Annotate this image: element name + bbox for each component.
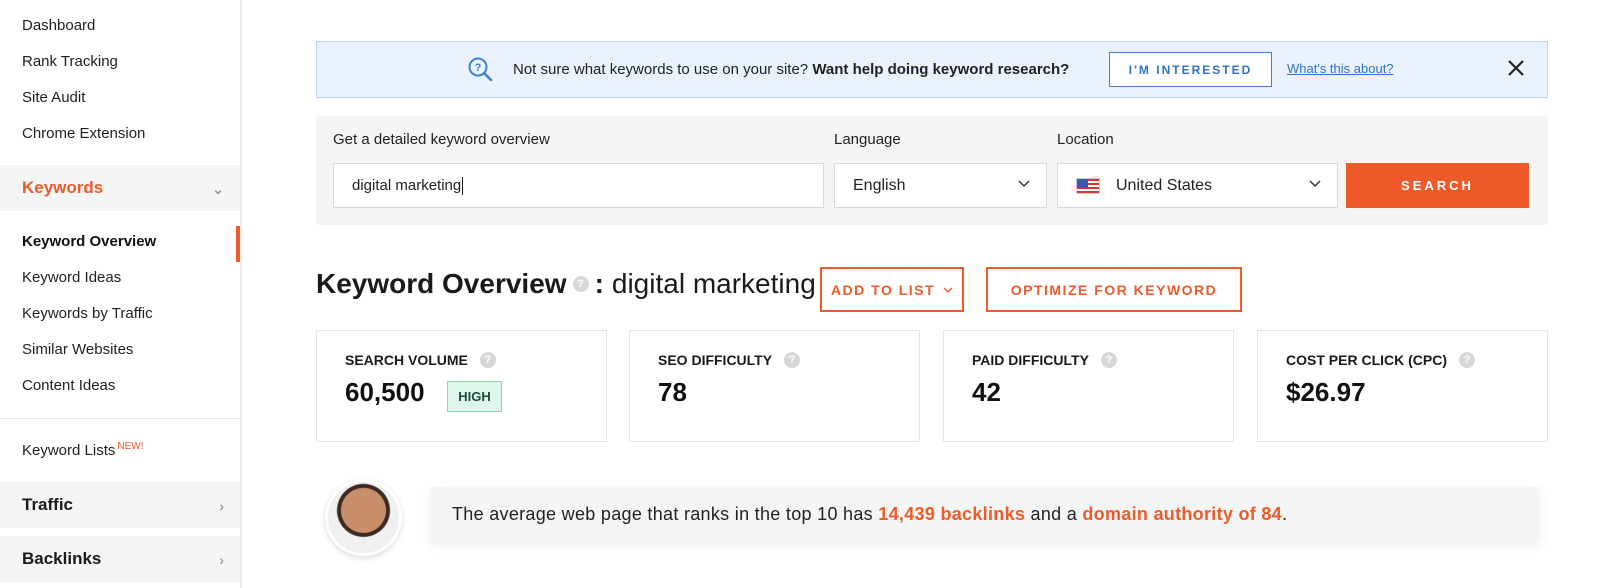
help-icon[interactable]: ? <box>1100 352 1117 368</box>
metric-label: SEO DIFFICULTY? <box>658 352 806 368</box>
metric-label: COST PER CLICK (CPC)? <box>1286 352 1481 368</box>
sidebar-item-keyword-overview[interactable]: Keyword Overview <box>22 233 156 250</box>
add-to-list-label: ADD TO LIST <box>830 281 936 298</box>
sidebar-item-rank-tracking[interactable]: Rank Tracking <box>22 53 118 70</box>
banner-text-bold: Want help doing keyword research? <box>812 61 1070 78</box>
svg-text:?: ? <box>475 62 482 74</box>
sidebar-item-dashboard[interactable]: Dashboard <box>22 17 95 34</box>
language-select[interactable]: English <box>834 163 1047 208</box>
avatar <box>325 479 402 556</box>
metric-value: 78 <box>658 377 687 407</box>
help-icon[interactable]: ? <box>784 352 801 368</box>
sidebar-item-keyword-lists[interactable]: Keyword Lists NEW! <box>22 441 143 459</box>
optimize-for-keyword-button[interactable]: OPTIMIZE FOR KEYWORD <box>986 267 1242 312</box>
location-value: United States <box>1116 176 1213 194</box>
new-badge: NEW! <box>117 441 144 452</box>
backlinks-highlight: 14,439 backlinks <box>878 504 1026 524</box>
banner-text: Not sure what keywords to use on your si… <box>513 61 809 78</box>
help-icon[interactable]: ? <box>572 276 589 292</box>
chevron-down-icon <box>943 285 953 295</box>
sidebar-item-content-ideas[interactable]: Content Ideas <box>22 377 115 394</box>
close-icon[interactable] <box>1507 56 1525 84</box>
add-to-list-button[interactable]: ADD TO LIST <box>820 267 964 312</box>
keyword-input-value: digital marketing <box>352 177 462 194</box>
search-button[interactable]: SEARCH <box>1346 163 1529 208</box>
metric-value: 60,500 <box>345 377 425 407</box>
chevron-right-icon: › <box>219 498 224 514</box>
sidebar-item-similar-websites[interactable]: Similar Websites <box>22 341 133 358</box>
im-interested-button[interactable]: I'M INTERESTED <box>1109 52 1272 87</box>
sidebar-section-keywords[interactable]: Keywords ⌄ <box>0 165 240 211</box>
sidebar-item-label: Keyword Lists <box>22 442 116 459</box>
location-label: Location <box>1057 131 1114 148</box>
sidebar-section-label: Traffic <box>22 495 74 514</box>
sidebar-section-label: Backlinks <box>22 549 102 568</box>
metric-card-search-volume: SEARCH VOLUME? 60,500 HIGH <box>316 330 607 442</box>
whats-this-about-link[interactable]: What's this about? <box>1287 61 1394 76</box>
promo-banner: ? Not sure what keywords to use on your … <box>316 41 1548 98</box>
sidebar-divider <box>0 418 240 419</box>
metric-value: $26.97 <box>1286 377 1366 407</box>
insight-middle: and a <box>1030 504 1078 524</box>
keyword-input[interactable]: digital marketing <box>333 163 824 208</box>
help-icon[interactable]: ? <box>479 352 496 368</box>
search-question-icon: ? <box>467 56 493 87</box>
language-label: Language <box>834 131 901 148</box>
sidebar: Dashboard Rank Tracking Site Audit Chrom… <box>0 0 242 588</box>
language-value: English <box>853 176 906 194</box>
sidebar-section-traffic[interactable]: Traffic › <box>0 482 240 528</box>
insight-suffix: . <box>1282 504 1288 524</box>
sidebar-section-backlinks[interactable]: Backlinks › <box>0 536 240 582</box>
page-title: Keyword Overview ? : digital marketing <box>316 268 816 300</box>
insight-prefix: The average web page that ranks in the t… <box>452 504 873 524</box>
chevron-right-icon: › <box>219 552 224 568</box>
sidebar-item-chrome-extension[interactable]: Chrome Extension <box>22 125 145 142</box>
sidebar-section-label: Keywords <box>22 178 104 197</box>
keyword-label: Get a detailed keyword overview <box>333 131 550 148</box>
domain-authority-highlight: domain authority of 84 <box>1082 504 1282 524</box>
page-title-keyword: digital marketing <box>611 268 816 299</box>
metric-value: 42 <box>972 377 1001 407</box>
sidebar-item-site-audit[interactable]: Site Audit <box>22 89 85 106</box>
metric-label: SEARCH VOLUME? <box>345 352 502 368</box>
banner-message: Not sure what keywords to use on your si… <box>513 61 1069 78</box>
page-title-text: Keyword Overview <box>316 268 567 299</box>
volume-level-badge: HIGH <box>447 381 502 412</box>
active-indicator <box>236 226 240 262</box>
sidebar-item-keyword-ideas[interactable]: Keyword Ideas <box>22 269 121 286</box>
title-separator: : <box>594 268 604 299</box>
us-flag-icon <box>1076 177 1100 194</box>
metric-card-seo-difficulty: SEO DIFFICULTY? 78 <box>629 330 920 442</box>
metric-label-text: COST PER CLICK (CPC) <box>1286 352 1447 368</box>
chevron-down-icon: ⌄ <box>212 181 224 197</box>
metric-card-cpc: COST PER CLICK (CPC)? $26.97 <box>1257 330 1548 442</box>
metric-label-text: PAID DIFFICULTY <box>972 352 1089 368</box>
metric-label-text: SEO DIFFICULTY <box>658 352 773 368</box>
metric-label: PAID DIFFICULTY? <box>972 352 1123 368</box>
insight-message: The average web page that ranks in the t… <box>430 487 1540 542</box>
chevron-down-icon <box>1018 177 1030 192</box>
help-icon[interactable]: ? <box>1459 352 1475 368</box>
location-select[interactable]: United States <box>1057 163 1338 208</box>
metric-card-paid-difficulty: PAID DIFFICULTY? 42 <box>943 330 1234 442</box>
chevron-down-icon <box>1309 177 1321 192</box>
sidebar-item-keywords-by-traffic[interactable]: Keywords by Traffic <box>22 305 153 322</box>
metric-label-text: SEARCH VOLUME <box>345 352 468 368</box>
search-panel: Get a detailed keyword overview Language… <box>316 116 1548 225</box>
